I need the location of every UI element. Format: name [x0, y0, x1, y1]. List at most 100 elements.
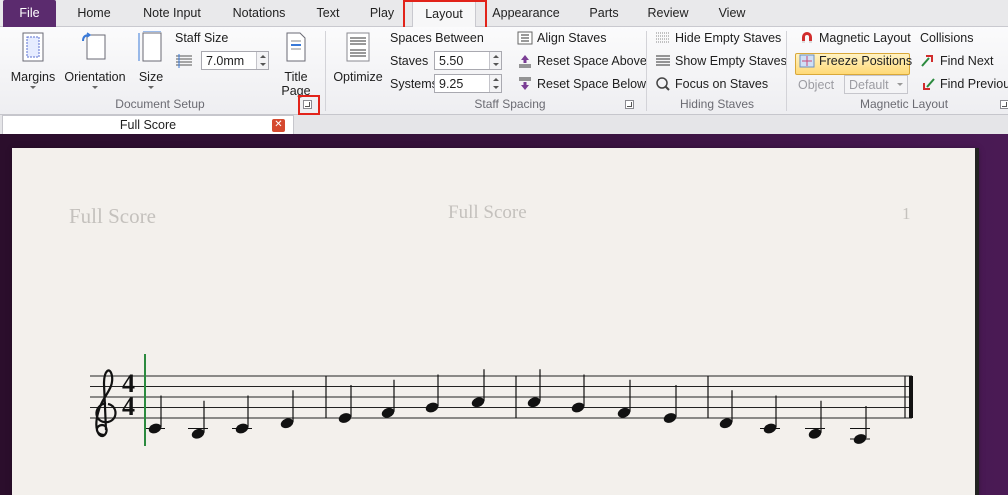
- staves-spacing-stepper[interactable]: [489, 52, 501, 69]
- tab-review[interactable]: Review: [640, 0, 696, 27]
- show-empty-staves-button[interactable]: Show Empty Staves: [655, 54, 787, 68]
- object-control: Object Default: [798, 75, 908, 94]
- staves-spacing-input[interactable]: 5.50: [434, 51, 502, 70]
- orientation-button[interactable]: Orientation: [62, 31, 128, 89]
- note[interactable]: [337, 385, 352, 425]
- object-label: Object: [798, 77, 835, 92]
- find-previous-button[interactable]: Find Previous: [920, 77, 1008, 91]
- title-page-label-2: Page: [281, 84, 311, 98]
- notehead: [191, 428, 205, 439]
- chevron-down-icon: [897, 83, 903, 86]
- find-previous-label: Find Previous: [940, 77, 1008, 91]
- align-staves-icon: [517, 31, 533, 45]
- note[interactable]: [616, 379, 631, 420]
- size-button[interactable]: Size: [134, 30, 168, 89]
- align-staves-button[interactable]: Align Staves: [517, 31, 606, 45]
- optimize-button[interactable]: Optimize: [332, 31, 384, 84]
- group-separator: [325, 31, 326, 111]
- document-tab-full-score[interactable]: Full Score ✕: [2, 115, 294, 134]
- hide-empty-staves-button[interactable]: Hide Empty Staves: [655, 31, 781, 45]
- magnetic-layout-dialog-launcher[interactable]: [1000, 100, 1008, 109]
- hiding-staves-group-label: Hiding Staves: [679, 97, 755, 111]
- notehead: [338, 413, 352, 423]
- document-setup-dialog-launcher[interactable]: [303, 100, 312, 109]
- magnetic-layout-button[interactable]: Magnetic Layout: [799, 31, 911, 45]
- note[interactable]: [424, 374, 439, 415]
- margins-icon: [22, 32, 44, 62]
- note[interactable]: [850, 406, 870, 446]
- find-next-button[interactable]: Find Next: [920, 54, 994, 68]
- score-workspace[interactable]: Full Score Full Score 1 4 4: [0, 134, 1008, 495]
- systems-spacing-control: Systems 9.25: [390, 74, 502, 93]
- tab-play[interactable]: Play: [360, 0, 404, 27]
- tab-layout[interactable]: Layout: [412, 0, 476, 28]
- title-page-button[interactable]: Title Page: [278, 31, 314, 98]
- object-select-value: Default: [849, 77, 889, 92]
- staff-system: 4 4: [90, 354, 913, 446]
- group-separator: [786, 31, 787, 111]
- staff-size-input[interactable]: 7.0mm: [201, 51, 269, 70]
- ribbon-tab-bar: File Home Note Input Notations Text Play…: [0, 0, 1008, 28]
- page-size-icon: [138, 30, 162, 62]
- tab-view[interactable]: View: [708, 0, 756, 27]
- note[interactable]: [805, 400, 825, 441]
- note[interactable]: [570, 374, 585, 415]
- notehead: [527, 397, 541, 408]
- notehead: [280, 418, 294, 429]
- find-next-label: Find Next: [940, 54, 994, 68]
- focus-on-staves-label: Focus on Staves: [675, 77, 769, 91]
- reset-space-below-button[interactable]: Reset Space Below: [517, 77, 646, 91]
- focus-on-staves-button[interactable]: Focus on Staves: [655, 77, 768, 91]
- note[interactable]: [662, 385, 677, 425]
- score-page[interactable]: Full Score Full Score 1 4 4: [12, 148, 975, 495]
- magnetic-layout-label: Magnetic Layout: [819, 31, 911, 45]
- notehead: [719, 418, 733, 429]
- staff-spacing-dialog-launcher[interactable]: [625, 100, 634, 109]
- freeze-positions-button[interactable]: Freeze Positions: [799, 54, 912, 68]
- title-page-icon: [286, 32, 306, 62]
- tab-note-input[interactable]: Note Input: [134, 0, 210, 27]
- staff-size-label: Staff Size: [175, 31, 229, 45]
- tab-home[interactable]: Home: [64, 0, 124, 27]
- arrow-down-icon: [519, 77, 531, 90]
- reset-space-below-label: Reset Space Below: [537, 77, 647, 91]
- find-next-icon: [921, 55, 933, 67]
- note[interactable]: [188, 400, 208, 441]
- note[interactable]: [232, 395, 252, 436]
- systems-label: Systems: [390, 76, 438, 91]
- tab-text[interactable]: Text: [305, 0, 351, 27]
- staff-size-stepper[interactable]: [256, 52, 268, 69]
- notehead: [808, 428, 822, 439]
- tab-appearance[interactable]: Appearance: [488, 0, 564, 27]
- ribbon-panel: Margins Orientation Size Staff Size 7.0m…: [0, 27, 1008, 115]
- close-icon[interactable]: ✕: [272, 119, 285, 132]
- note[interactable]: [470, 369, 485, 409]
- chevron-down-icon: [148, 86, 154, 89]
- orientation-label: Orientation: [64, 70, 126, 84]
- note[interactable]: [380, 379, 395, 420]
- notehead: [471, 397, 485, 408]
- note[interactable]: [718, 390, 733, 430]
- note[interactable]: [760, 395, 780, 436]
- tab-file[interactable]: File: [3, 0, 56, 27]
- object-select[interactable]: Default: [844, 75, 908, 94]
- title-page-label-1: Title: [284, 70, 308, 84]
- staff-size-control: 7.0mm: [175, 51, 269, 70]
- chevron-down-icon: [92, 86, 98, 89]
- note[interactable]: [526, 369, 541, 409]
- tab-notations[interactable]: Notations: [222, 0, 296, 27]
- note[interactable]: [145, 395, 165, 436]
- reset-space-above-button[interactable]: Reset Space Above: [517, 54, 647, 68]
- tab-parts[interactable]: Parts: [580, 0, 628, 27]
- magnet-icon: [802, 32, 812, 43]
- margins-button[interactable]: Margins: [8, 31, 58, 89]
- page-shadow: [975, 148, 979, 495]
- staves-spacing-control: Staves 5.50: [390, 51, 502, 70]
- systems-spacing-stepper[interactable]: [489, 75, 501, 92]
- note[interactable]: [279, 390, 294, 430]
- systems-spacing-input[interactable]: 9.25: [434, 74, 502, 93]
- notehead: [663, 413, 677, 423]
- show-staves-icon: [656, 55, 670, 66]
- staves-label: Staves: [390, 53, 429, 68]
- find-previous-icon: [923, 78, 935, 90]
